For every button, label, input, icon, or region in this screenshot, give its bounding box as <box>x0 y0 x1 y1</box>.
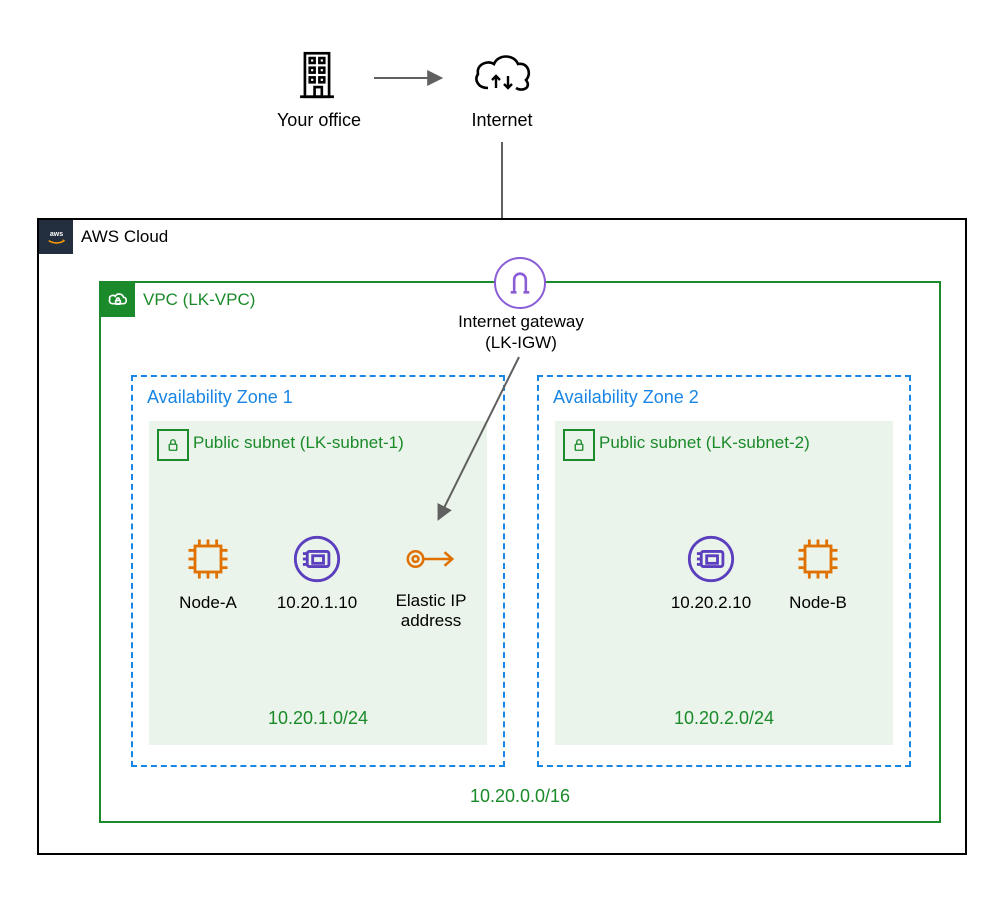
az2-title: Availability Zone 2 <box>553 387 699 408</box>
node-a-label: Node-A <box>163 593 253 613</box>
eni1-ip-label: 10.20.1.10 <box>267 593 367 613</box>
vpc-box: VPC (LK-VPC) Internet gateway (LK-IGW) <box>99 281 941 823</box>
elastic-ip-icon <box>381 533 481 585</box>
subnet1-cidr: 10.20.1.0/24 <box>149 708 487 729</box>
eni-1: 10.20.1.10 <box>267 533 367 613</box>
igw-label: Internet gateway (LK-IGW) <box>441 311 601 354</box>
elastic-ip: Elastic IP address <box>381 533 481 632</box>
aws-cloud-region: aws AWS Cloud VPC (LK-VPC) <box>37 218 967 855</box>
office-building-icon <box>288 46 346 104</box>
subnet-lock-icon <box>157 429 189 461</box>
az1-title: Availability Zone 1 <box>147 387 293 408</box>
arrow-igw-to-eip <box>421 353 541 528</box>
eni-2: 10.20.2.10 <box>661 533 761 613</box>
svg-text:aws: aws <box>49 230 62 237</box>
public-subnet-2: Public subnet (LK-subnet-2) <box>555 421 893 745</box>
aws-cloud-title: AWS Cloud <box>81 227 168 247</box>
aws-logo-icon: aws <box>39 220 73 254</box>
ec2-instance-icon <box>163 533 253 585</box>
subnet2-cidr: 10.20.2.0/24 <box>555 708 893 729</box>
node-b-label: Node-B <box>773 593 863 613</box>
subnet-lock-icon <box>563 429 595 461</box>
eip-label: Elastic IP address <box>381 591 481 632</box>
subnet2-title: Public subnet (LK-subnet-2) <box>599 433 810 453</box>
office-label: Your office <box>260 110 378 131</box>
ec2-instance-icon <box>773 533 863 585</box>
node-b: Node-B <box>773 533 863 613</box>
eni2-ip-label: 10.20.2.10 <box>661 593 761 613</box>
vpc-badge-icon <box>101 283 135 317</box>
node-a: Node-A <box>163 533 253 613</box>
igw-label-line1: Internet gateway <box>441 311 601 332</box>
igw-label-line2: (LK-IGW) <box>441 332 601 353</box>
vpc-cidr: 10.20.0.0/16 <box>101 786 939 807</box>
network-interface-icon <box>661 533 761 585</box>
vpc-title: VPC (LK-VPC) <box>143 290 255 310</box>
availability-zone-2: Availability Zone 2 Public subnet (LK-su… <box>537 375 911 767</box>
network-interface-icon <box>267 533 367 585</box>
internet-gateway-icon <box>494 257 546 309</box>
subnet1-title: Public subnet (LK-subnet-1) <box>193 433 404 453</box>
arrow-office-to-internet <box>370 64 450 92</box>
internet-cloud-icon <box>470 50 534 100</box>
internet-label: Internet <box>462 110 542 131</box>
